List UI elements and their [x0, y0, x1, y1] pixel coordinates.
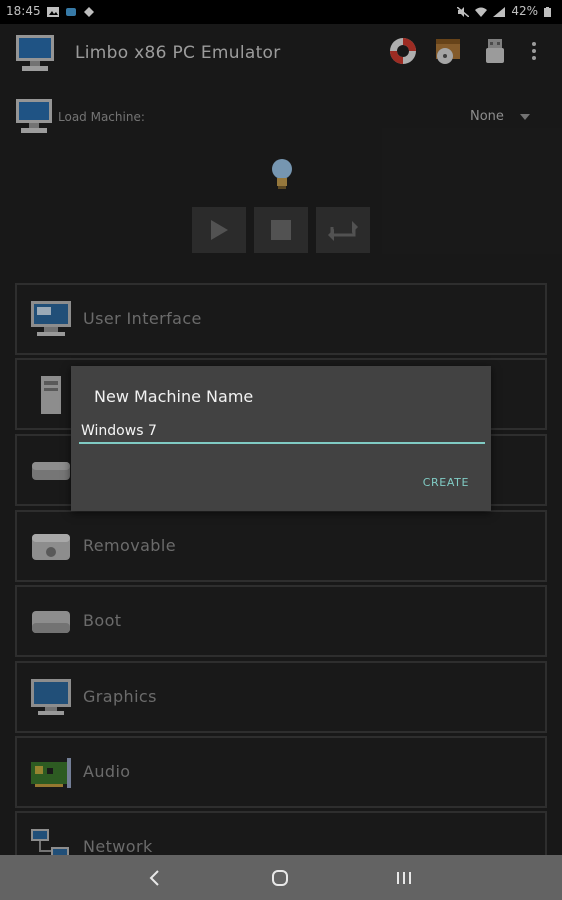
home-icon[interactable] [265, 863, 295, 893]
back-icon[interactable] [140, 863, 170, 893]
machine-name-input[interactable] [79, 420, 485, 444]
recent-apps-icon[interactable] [389, 863, 419, 893]
new-machine-dialog: New Machine Name CREATE [71, 366, 491, 511]
navigation-bar [0, 855, 562, 900]
dialog-title: New Machine Name [94, 387, 254, 406]
create-button[interactable]: CREATE [423, 476, 469, 489]
